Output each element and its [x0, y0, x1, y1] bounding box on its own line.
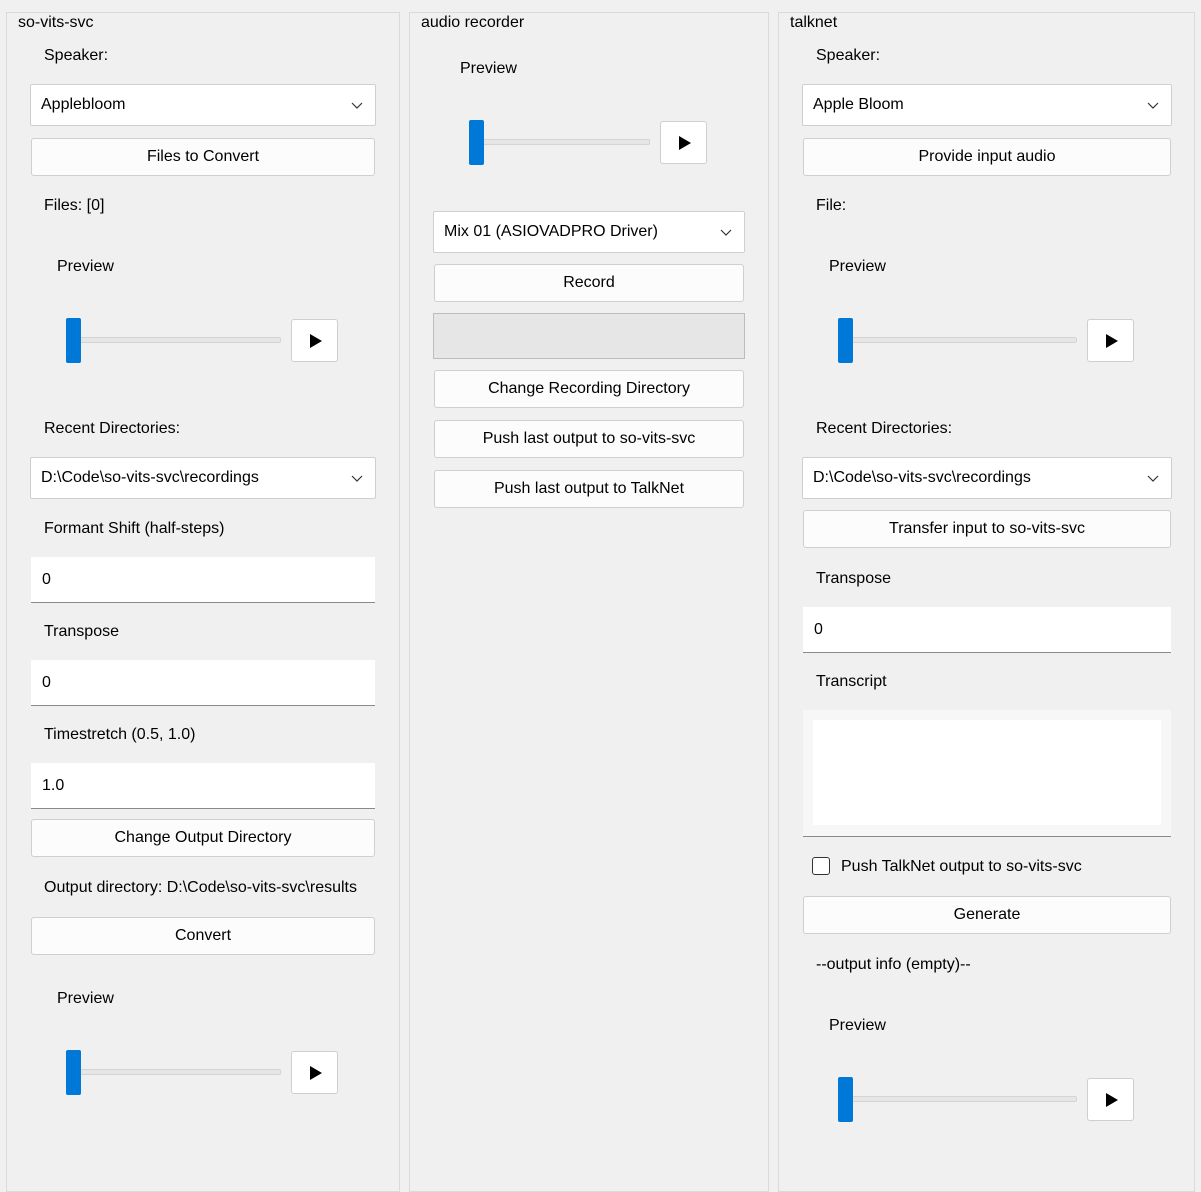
transpose-label: Transpose: [44, 623, 119, 640]
chevron-down-icon: [1147, 475, 1159, 482]
preview-slider-handle[interactable]: [838, 318, 853, 363]
input-device-value: Mix 01 (ASIOVADPRO Driver): [444, 223, 658, 240]
preview-label: Preview: [460, 60, 517, 77]
file-label: File:: [816, 197, 847, 214]
preview-label: Preview: [829, 1017, 886, 1034]
preview-slider-track[interactable]: [845, 337, 1077, 343]
preview-slider-handle[interactable]: [838, 1077, 853, 1122]
play-icon: [679, 136, 691, 150]
chevron-down-icon: [1147, 102, 1159, 109]
talknet-panel: talknet: [778, 12, 1195, 1192]
speaker-select-value: Applebloom: [41, 96, 126, 113]
push-talknet-output-label: Push TalkNet output to so-vits-svc: [841, 858, 1082, 875]
chevron-down-icon: [720, 229, 732, 236]
play-icon: [1106, 1093, 1118, 1107]
timestretch-input[interactable]: 1.0: [31, 763, 375, 809]
preview-slider-track[interactable]: [73, 337, 281, 343]
panel-title: audio recorder: [419, 13, 527, 33]
preview-slider-track[interactable]: [476, 139, 650, 145]
speaker-label: Speaker:: [44, 47, 109, 64]
transcript-input[interactable]: [813, 720, 1161, 825]
play-button[interactable]: [291, 319, 338, 362]
play-button[interactable]: [291, 1051, 338, 1094]
speaker-label: Speaker:: [816, 47, 881, 64]
formant-shift-label: Formant Shift (half-steps): [44, 520, 225, 537]
speaker-select[interactable]: Apple Bloom: [802, 84, 1172, 126]
preview-slider-track[interactable]: [845, 1096, 1077, 1102]
speaker-select-value: Apple Bloom: [813, 96, 904, 113]
transpose-input[interactable]: 0: [803, 607, 1171, 653]
change-recording-directory-button[interactable]: Change Recording Directory: [434, 370, 744, 408]
speaker-select[interactable]: Applebloom: [30, 84, 376, 126]
formant-shift-input[interactable]: 0: [31, 557, 375, 603]
play-button[interactable]: [1087, 1078, 1134, 1121]
transpose-label: Transpose: [816, 570, 891, 587]
play-button[interactable]: [1087, 319, 1134, 362]
transcript-label: Transcript: [816, 673, 887, 690]
push-talknet-output-checkbox[interactable]: [812, 857, 830, 875]
generate-button[interactable]: Generate: [803, 896, 1171, 934]
files-status: Files: [0]: [44, 197, 105, 214]
recent-directories-select[interactable]: D:\Code\so-vits-svc\recordings: [802, 457, 1172, 499]
files-to-convert-button[interactable]: Files to Convert: [31, 138, 375, 176]
panel-title: so-vits-svc: [16, 13, 96, 33]
transpose-input[interactable]: 0: [31, 660, 375, 706]
provide-input-audio-button[interactable]: Provide input audio: [803, 138, 1171, 176]
recent-directories-label: Recent Directories:: [816, 420, 953, 437]
preview-slider-handle[interactable]: [469, 120, 484, 165]
output-info-text: --output info (empty)--: [816, 956, 971, 973]
play-icon: [1106, 334, 1118, 348]
push-to-talknet-button[interactable]: Push last output to TalkNet: [434, 470, 744, 508]
preview-label: Preview: [829, 258, 886, 275]
play-icon: [310, 1066, 322, 1080]
input-device-select[interactable]: Mix 01 (ASIOVADPRO Driver): [433, 211, 745, 253]
panel-title: talknet: [788, 13, 840, 33]
chevron-down-icon: [351, 475, 363, 482]
play-icon: [310, 334, 322, 348]
recent-directories-value: D:\Code\so-vits-svc\recordings: [41, 469, 259, 486]
preview-slider-track[interactable]: [73, 1069, 281, 1075]
chevron-down-icon: [351, 102, 363, 109]
transcript-input-frame: [803, 710, 1171, 837]
output-directory-text: Output directory: D:\Code\so-vits-svc\re…: [44, 879, 357, 896]
change-output-directory-button[interactable]: Change Output Directory: [31, 819, 375, 857]
transfer-input-button[interactable]: Transfer input to so-vits-svc: [803, 510, 1171, 548]
recording-level-bar: [433, 313, 745, 359]
timestretch-label: Timestretch (0.5, 1.0): [44, 726, 196, 743]
recent-directories-value: D:\Code\so-vits-svc\recordings: [813, 469, 1031, 486]
audio-recorder-panel: audio recorder: [409, 12, 769, 1192]
recent-directories-select[interactable]: D:\Code\so-vits-svc\recordings: [30, 457, 376, 499]
preview-label: Preview: [57, 258, 114, 275]
push-to-so-vits-svc-button[interactable]: Push last output to so-vits-svc: [434, 420, 744, 458]
preview-slider-handle[interactable]: [66, 318, 81, 363]
recent-directories-label: Recent Directories:: [44, 420, 181, 437]
play-button[interactable]: [660, 121, 707, 164]
preview-label: Preview: [57, 990, 114, 1007]
preview-slider-handle[interactable]: [66, 1050, 81, 1095]
record-button[interactable]: Record: [434, 264, 744, 302]
convert-button[interactable]: Convert: [31, 917, 375, 955]
